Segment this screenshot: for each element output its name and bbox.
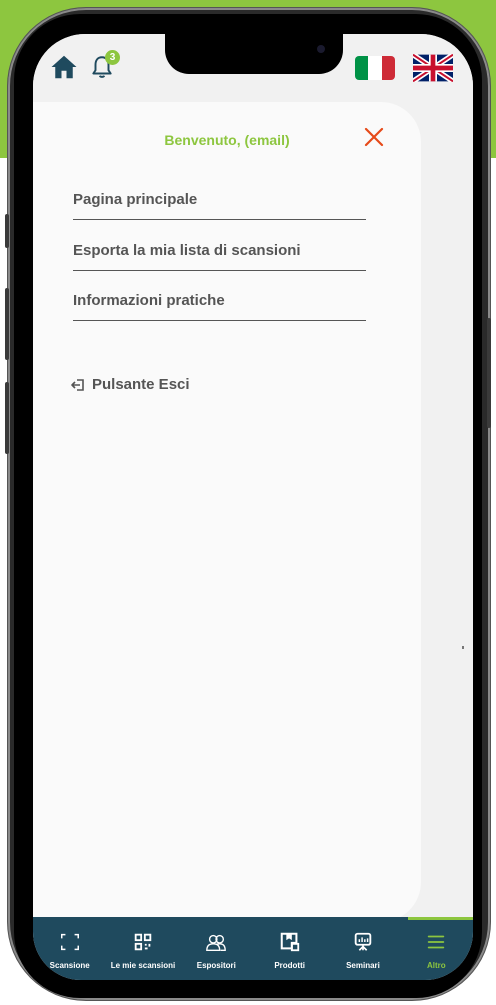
product-icon [280, 932, 299, 952]
tab-more[interactable]: Altro [400, 917, 473, 980]
phone-notch [165, 34, 343, 74]
notification-badge: 3 [105, 50, 120, 65]
volume-up-button [5, 288, 9, 360]
menu-icon [428, 935, 445, 949]
uk-flag-icon[interactable] [413, 54, 453, 82]
menu-item-label: Informazioni pratiche [73, 292, 225, 309]
menu-item-export-scans[interactable]: Esporta la mia lista di scansioni [73, 222, 366, 271]
side-menu: Benvenuto, (email) Pagina principale Esp… [33, 102, 421, 922]
notifications-button[interactable]: 3 [89, 50, 120, 84]
tab-my-scans[interactable]: Le mie scansioni [106, 917, 179, 980]
tab-label: Altro [426, 961, 446, 970]
tab-label: Seminari [346, 961, 380, 970]
mute-switch [5, 214, 9, 248]
app-screen: 3 Benvenuto, (email) Pagina principale E… [33, 34, 473, 980]
menu-item-home[interactable]: Pagina principale [73, 171, 366, 220]
tab-label: Espositori [196, 961, 236, 970]
volume-down-button [5, 382, 9, 454]
tab-label: Scansione [49, 961, 90, 970]
stray-mark [462, 646, 464, 649]
close-icon[interactable] [363, 126, 385, 148]
logout-button[interactable]: Pulsante Esci [70, 376, 190, 393]
tab-label: Prodotti [274, 961, 305, 970]
home-icon[interactable] [49, 52, 79, 82]
menu-item-practical-info[interactable]: Informazioni pratiche [73, 272, 366, 321]
logout-icon [71, 378, 84, 391]
top-bar: 3 [33, 34, 473, 102]
bottom-tab-bar: Scansione Le mie scansioni Espositori Pr… [33, 917, 473, 980]
qr-code-icon [134, 933, 152, 951]
tab-seminars[interactable]: Seminari [326, 917, 399, 980]
italian-flag-icon[interactable] [355, 56, 395, 80]
menu-item-label: Esporta la mia lista di scansioni [73, 242, 301, 259]
presentation-icon [354, 932, 372, 951]
users-icon [206, 934, 227, 951]
tab-label: Le mie scansioni [110, 961, 176, 970]
camera-icon [317, 45, 325, 53]
scan-icon [60, 933, 79, 951]
tab-scan[interactable]: Scansione [33, 917, 106, 980]
logout-label: Pulsante Esci [92, 376, 190, 393]
tab-products[interactable]: Prodotti [253, 917, 326, 980]
tab-exhibitors[interactable]: Espositori [180, 917, 253, 980]
menu-item-label: Pagina principale [73, 191, 198, 208]
power-button [487, 318, 491, 428]
